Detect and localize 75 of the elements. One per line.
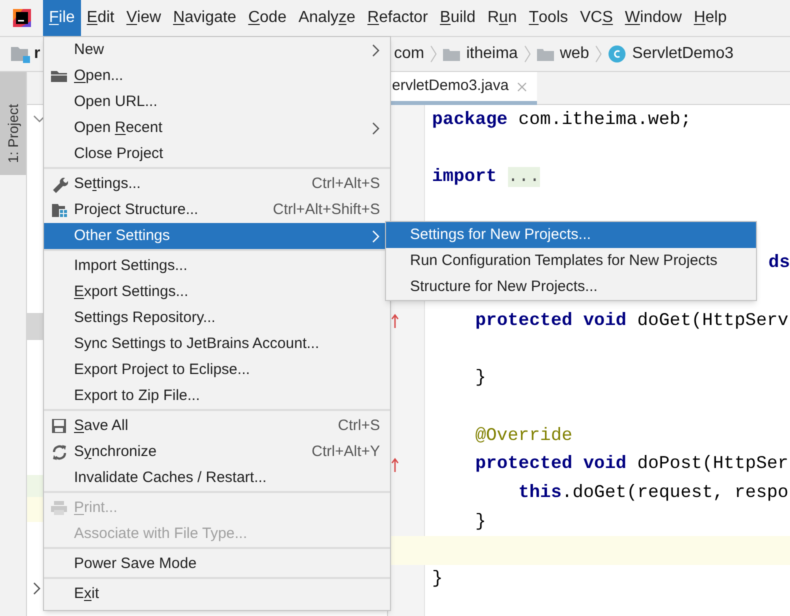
chevron-right-icon <box>372 230 380 242</box>
menu-bar-item[interactable]: Build <box>434 0 482 36</box>
code-line: @Override <box>474 424 572 448</box>
menu-item[interactable]: Exit <box>44 581 390 607</box>
save-icon <box>51 418 67 434</box>
menu-item[interactable]: Open Recent <box>44 115 390 141</box>
class-icon <box>608 45 626 63</box>
menu-item[interactable]: Settings for New Projects... <box>386 222 756 248</box>
menu-bar-item[interactable]: VCS <box>574 0 619 36</box>
override-arrow-icon[interactable] <box>391 456 399 473</box>
menu-item[interactable]: Invalidate Caches / Restart... <box>44 465 390 491</box>
chevron-right-icon <box>430 45 438 63</box>
override-arrow-icon[interactable] <box>391 313 399 330</box>
menu-item[interactable]: Settings Repository... <box>44 305 390 331</box>
menu-item[interactable]: Open URL... <box>44 89 390 115</box>
code-line: } <box>474 510 486 534</box>
breadcrumb-item[interactable]: com <box>394 42 424 66</box>
folder-icon <box>50 69 68 83</box>
code-line: } <box>431 568 443 591</box>
chevron-right-icon <box>372 44 380 56</box>
breadcrumb-item[interactable]: itheima <box>466 42 518 66</box>
chevron-right-icon <box>33 582 41 595</box>
menu-bar-item[interactable]: View <box>120 0 168 36</box>
project-folder-icon <box>10 45 30 63</box>
code-line: ds <box>768 252 790 276</box>
code-line: } <box>474 367 486 390</box>
chevron-down-icon <box>33 115 46 123</box>
breadcrumb-item[interactable]: web <box>560 42 590 66</box>
menu-item[interactable]: Run Configuration Templates for New Projects <box>386 248 756 274</box>
editor-tab[interactable]: ervletDemo3.java <box>388 72 537 105</box>
folder-icon <box>443 48 460 60</box>
shortcut-label: Ctrl+Alt+Y <box>312 442 380 462</box>
code-line: package com.itheima.web; <box>431 109 692 132</box>
chevron-right-icon <box>595 45 602 63</box>
menu-item[interactable]: Sync Settings to JetBrains Account... <box>44 331 390 357</box>
menu-bar-item[interactable]: Window <box>618 0 688 36</box>
menu-item[interactable]: Export to Zip File... <box>44 383 390 409</box>
project-tool-tab[interactable]: 1: Project <box>0 72 26 175</box>
shortcut-label: Ctrl+S <box>338 416 380 436</box>
chevron-right-icon <box>372 122 380 134</box>
menu-bar-item[interactable]: Tools <box>522 0 574 36</box>
wrench-icon <box>50 176 68 192</box>
breadcrumb-item[interactable]: ServletDemo3 <box>632 42 734 66</box>
folder-icon <box>536 48 554 60</box>
menu-item[interactable]: Structure for New Projects... <box>386 274 756 300</box>
project-name[interactable]: r <box>34 42 40 66</box>
menu-bar-item[interactable]: Code <box>242 0 292 36</box>
menu-item[interactable]: Save All Ctrl+S <box>44 413 390 439</box>
shortcut-label: Ctrl+Alt+Shift+S <box>272 200 380 220</box>
app-logo-icon <box>10 7 32 29</box>
menu-item[interactable]: Power Save Mode <box>44 551 390 577</box>
menu-bar-item[interactable]: Navigate <box>167 0 242 36</box>
menu-bar-item[interactable]: Help <box>688 0 733 36</box>
menu-bar-item[interactable]: Edit <box>80 0 120 36</box>
structure-icon <box>50 202 68 218</box>
menu-item[interactable]: Open... <box>44 63 390 89</box>
code-line: protected void doPost(HttpSer <box>474 453 788 476</box>
printer-icon <box>50 500 68 516</box>
menu-item[interactable]: Synchronize Ctrl+Alt+Y <box>44 439 390 465</box>
code-line: protected void doGet(HttpServ <box>474 310 788 333</box>
sync-icon <box>50 444 68 460</box>
menu-bar-item[interactable]: Run <box>481 0 523 36</box>
menu-item[interactable]: Project Structure... Ctrl+Alt+Shift+S <box>44 197 390 223</box>
menu-bar-item[interactable]: Refactor <box>361 0 434 36</box>
chevron-right-icon <box>524 45 531 63</box>
menu-item[interactable]: New <box>44 37 390 63</box>
menu-bar-item[interactable]: File <box>43 0 81 36</box>
code-line: this.doGet(request, respo <box>517 482 788 505</box>
code-line: import ... <box>431 166 540 190</box>
close-icon[interactable] <box>516 82 527 92</box>
shortcut-label: Ctrl+Alt+S <box>312 174 380 194</box>
menu-item[interactable]: Close Project <box>44 141 390 167</box>
menu-item[interactable]: Settings... Ctrl+Alt+S <box>44 171 390 197</box>
menu-bar-item[interactable]: Analyze <box>292 0 362 36</box>
menu-item[interactable]: Export Project to Eclipse... <box>44 357 390 383</box>
